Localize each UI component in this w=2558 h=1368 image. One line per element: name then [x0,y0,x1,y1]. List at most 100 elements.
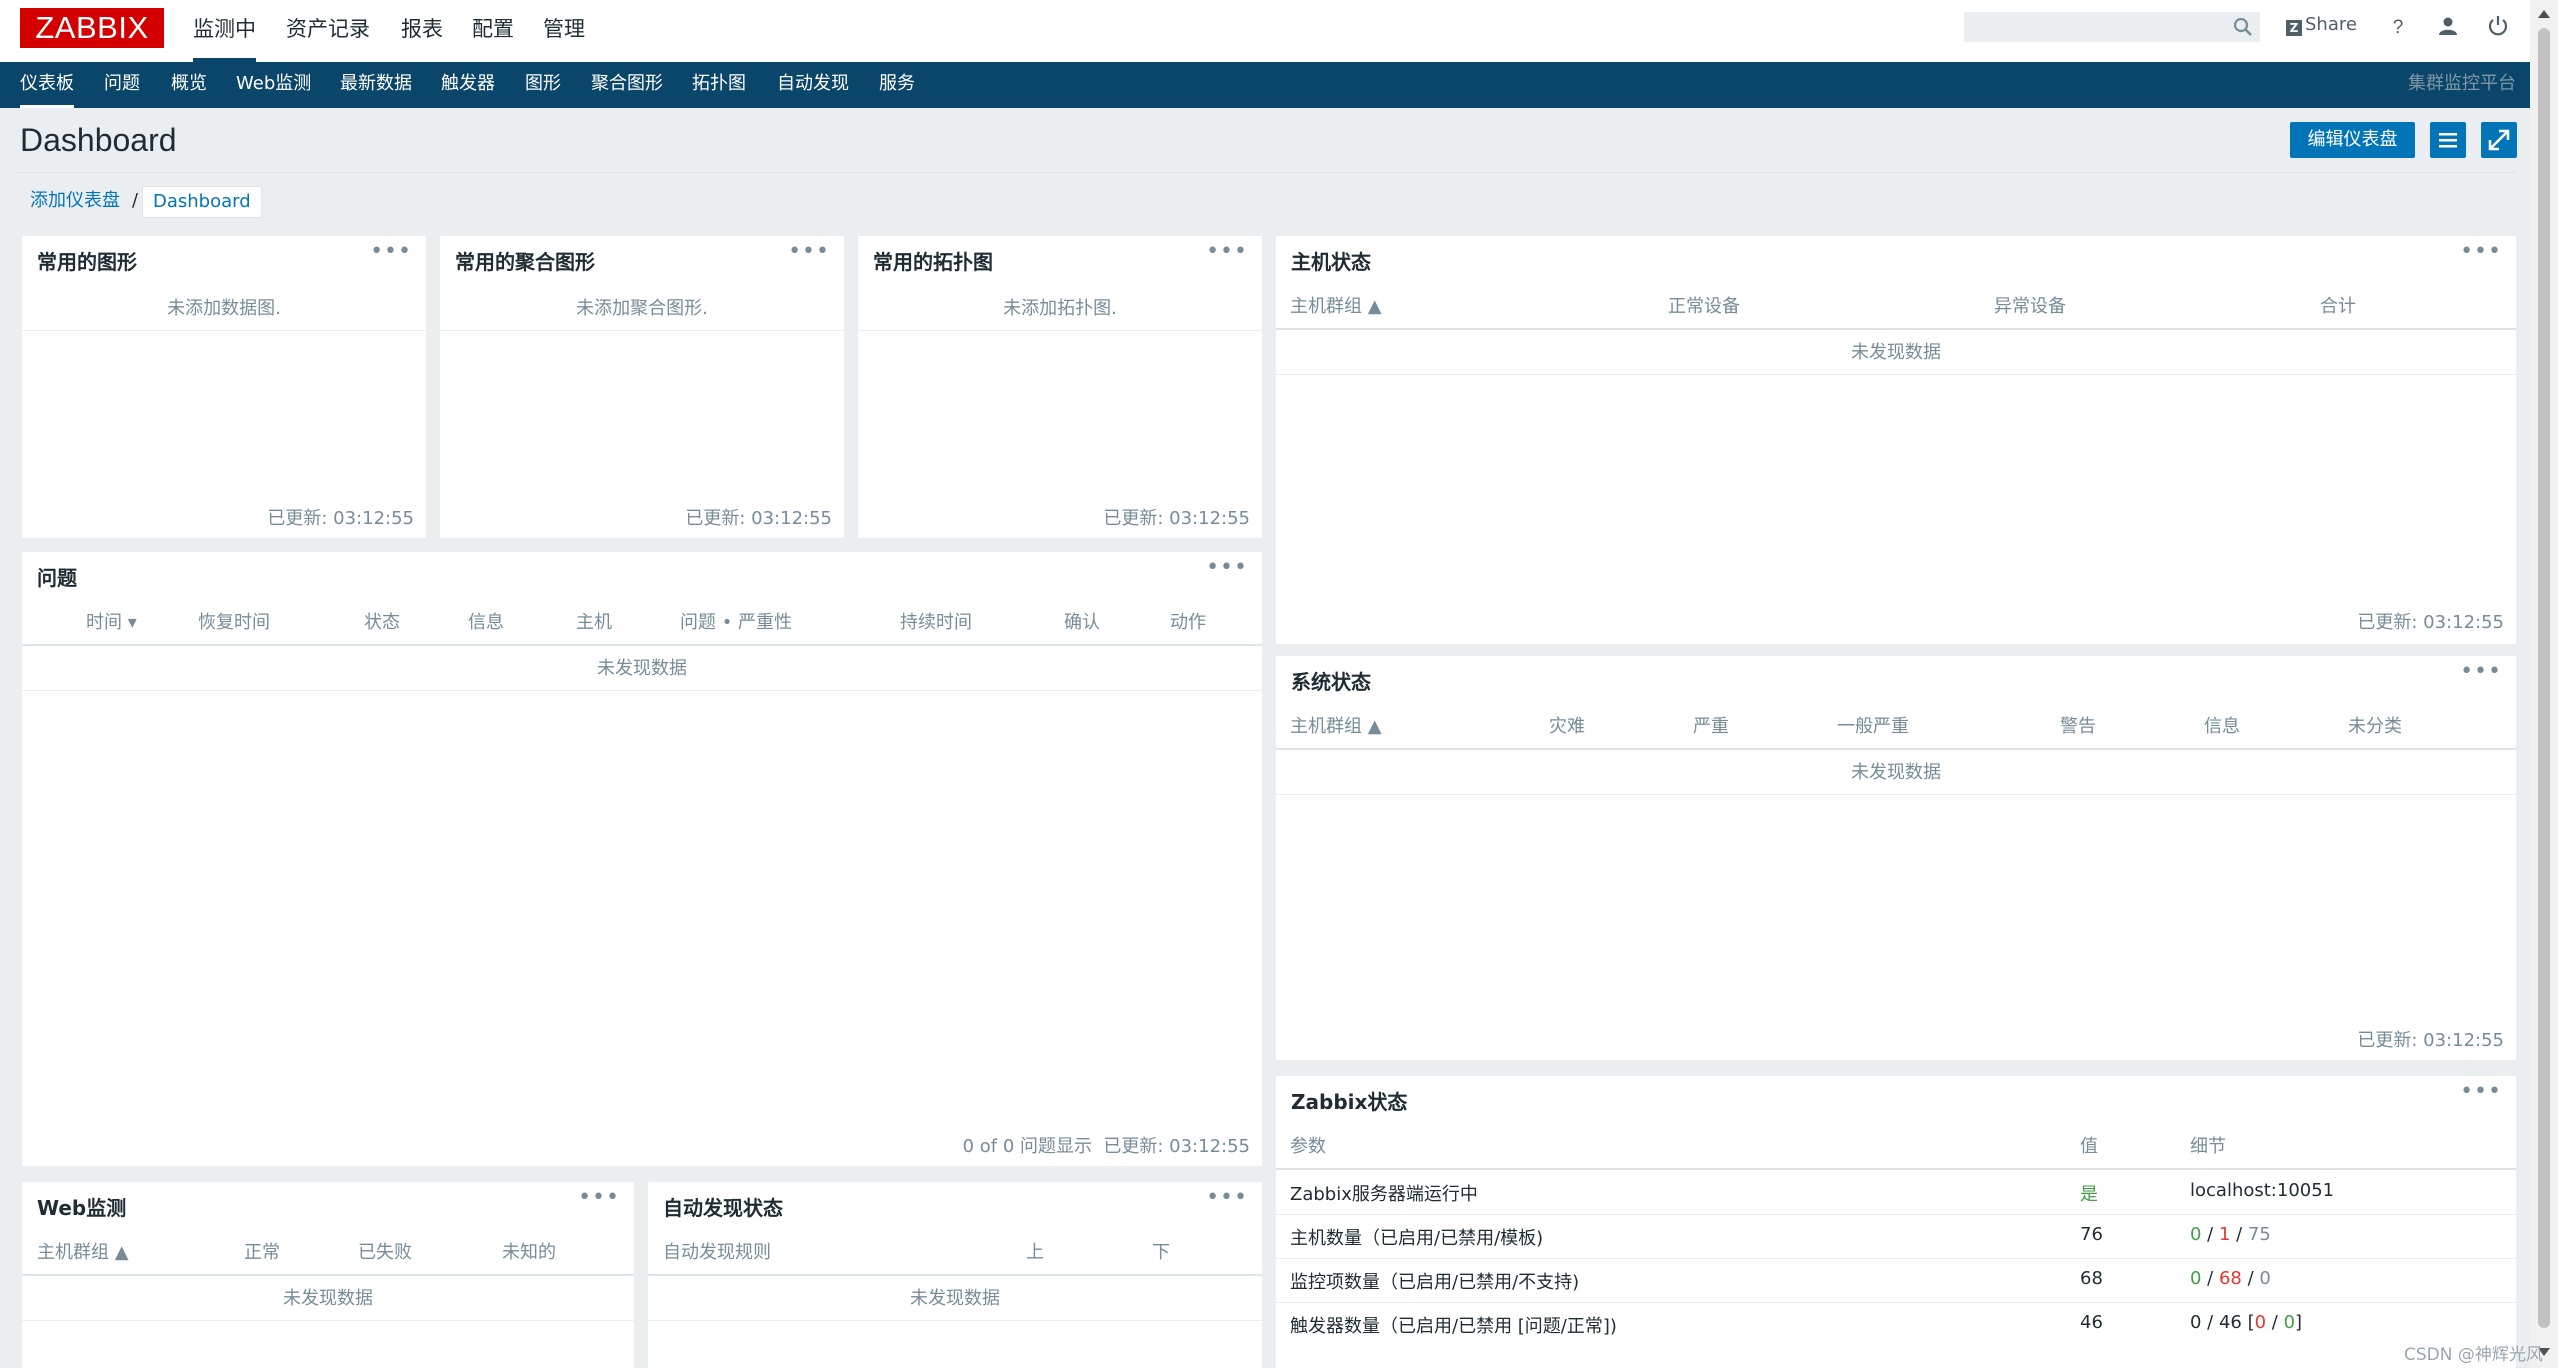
fullscreen-button[interactable] [2481,122,2517,158]
column-status: 状态 [364,612,400,633]
updated-time: 已更新: 03:12:55 [1103,508,1250,529]
widget-host-status: 主机状态 ••• 主机群组 ▲ 正常设备 异常设备 合计 未发现数据 已更新: … [1276,236,2516,644]
header-divider [22,1274,634,1276]
widget-options-icon[interactable]: ••• [2460,241,2502,263]
top-menu-reports[interactable]: 报表 [401,0,443,62]
header-divider [22,644,1262,646]
status-row-detail: 0 / 68 / 0 [2190,1268,2271,1289]
column-discovery-rule: 自动发现规则 [663,1242,771,1263]
column-warning: 警告 [2060,716,2096,737]
dashboard-menu-button[interactable] [2430,122,2466,158]
detail-part: 0 [2259,1268,2271,1289]
detail-part: / [2241,1268,2260,1289]
updated-time: 已更新: 03:12:55 [1103,1136,1250,1157]
widget-system-status: 系统状态 ••• 主机群组 ▲ 灾难 严重 一般严重 警告 信息 未分类 未发现… [1276,656,2516,1060]
empty-message: 未发现数据 [1851,762,1941,783]
widget-options-icon[interactable]: ••• [370,241,412,263]
column-host: 主机 [576,612,612,633]
divider [1276,1214,2516,1215]
scroll-up-arrow-icon[interactable] [2538,10,2550,18]
breadcrumb-current[interactable]: Dashboard [142,186,262,218]
widget-options-icon[interactable]: ••• [1206,241,1248,263]
search-icon[interactable] [2232,16,2254,38]
empty-message: 未添加聚合图形. [576,298,708,319]
share-button[interactable]: Z Share [2286,14,2357,36]
widget-favorite-screens: 常用的聚合图形 ••• 未添加聚合图形. 已更新: 03:12:55 [440,236,844,538]
nav-triggers[interactable]: 触发器 [441,62,495,108]
nav-maps[interactable]: 拓扑图 [692,62,746,108]
sub-navigation: 仪表板 问题 概览 Web监测 最新数据 触发器 图形 聚合图形 拓扑图 自动发… [0,62,2530,108]
nav-latest-data[interactable]: 最新数据 [340,62,412,108]
user-profile-icon[interactable] [2436,14,2460,38]
status-row-param: Zabbix服务器端运行中 [1290,1184,1478,1205]
widget-discovery-status: 自动发现状态 ••• 自动发现规则 上 下 未发现数据 [648,1182,1262,1368]
page-scrollbar[interactable] [2530,0,2558,1368]
status-row-param: 监控项数量（已启用/已禁用/不支持) [1290,1272,1580,1293]
nav-services[interactable]: 服务 [879,62,915,108]
widget-title: 主机状态 [1291,250,1371,274]
widget-options-icon[interactable]: ••• [2460,1081,2502,1103]
column-recovery-time: 恢复时间 [198,612,270,633]
widget-options-icon[interactable]: ••• [1206,557,1248,579]
help-icon[interactable]: ? [2386,14,2410,38]
detail-part: localhost:10051 [2190,1180,2335,1201]
column-info: 信息 [468,612,504,633]
column-down: 下 [1152,1242,1170,1263]
svg-text:?: ? [2393,17,2404,38]
status-row-value: 46 [2080,1312,2103,1333]
empty-message: 未发现数据 [1851,342,1941,363]
column-total: 合计 [2320,296,2356,317]
widget-title: 问题 [37,566,77,590]
detail-part: 0 [2190,1268,2202,1289]
status-row-detail: localhost:10051 [2190,1180,2334,1201]
widget-options-icon[interactable]: ••• [1206,1187,1248,1209]
detail-part: ] [2295,1312,2303,1333]
nav-discovery[interactable]: 自动发现 [777,62,849,108]
nav-dashboard[interactable]: 仪表板 [20,62,74,108]
share-label: Share [2305,14,2357,35]
breadcrumb-add-dashboard[interactable]: 添加仪表盘 [30,186,120,216]
scrollbar-thumb[interactable] [2538,28,2550,1328]
updated-time: 已更新: 03:12:55 [685,508,832,529]
top-bar: ZABBIX 监测中 资产记录 报表 配置 管理 Z Share ? [0,0,2530,62]
column-ok: 正常 [244,1242,280,1263]
nav-problems[interactable]: 问题 [104,62,140,108]
column-high: 严重 [1693,716,1729,737]
column-failed: 已失败 [358,1242,412,1263]
nav-graphs[interactable]: 图形 [525,62,561,108]
header-divider [1276,748,2516,750]
column-time[interactable]: 时间 ▾ [86,608,137,634]
widget-options-icon[interactable]: ••• [788,241,830,263]
power-icon[interactable] [2486,14,2510,38]
breadcrumb-separator: / [132,190,139,211]
column-host-group[interactable]: 主机群组 ▲ [1290,292,1382,318]
top-menu-configuration[interactable]: 配置 [472,0,514,62]
column-ok: 正常设备 [1668,296,1740,317]
column-duration: 持续时间 [900,612,972,633]
nav-web-monitoring[interactable]: Web监测 [236,62,311,108]
widget-options-icon[interactable]: ••• [578,1187,620,1209]
divider [22,1320,634,1321]
nav-overview[interactable]: 概览 [171,62,207,108]
top-menu-inventory[interactable]: 资产记录 [286,0,370,62]
widget-options-icon[interactable]: ••• [2460,661,2502,683]
zabbix-logo[interactable]: ZABBIX [20,8,164,48]
divider [1276,1302,2516,1303]
edit-dashboard-button[interactable]: 编辑仪表盘 [2290,122,2415,158]
widget-title: Zabbix状态 [1291,1090,1408,1114]
column-host-group[interactable]: 主机群组 ▲ [37,1238,129,1264]
top-menu-administration[interactable]: 管理 [543,0,585,62]
column-host-group[interactable]: 主机群组 ▲ [1290,712,1382,738]
widget-favorite-graphs: 常用的图形 ••• 未添加数据图. 已更新: 03:12:55 [22,236,426,538]
divider [648,1320,1262,1321]
search-input[interactable] [1964,12,2260,42]
divider [22,690,1262,691]
nav-screens[interactable]: 聚合图形 [591,62,663,108]
detail-part: / [2266,1312,2284,1333]
widget-problems: 问题 ••• 时间 ▾ 恢复时间 状态 信息 主机 问题 • 严重性 持续时间 … [22,552,1262,1166]
column-up: 上 [1026,1242,1044,1263]
column-problem: 异常设备 [1994,296,2066,317]
widget-favorite-maps: 常用的拓扑图 ••• 未添加拓扑图. 已更新: 03:12:55 [858,236,1262,538]
top-menu-monitoring[interactable]: 监测中 [193,0,256,62]
widget-zabbix-status: Zabbix状态 ••• 参数 值 细节 Zabbix服务器端运行中 是 loc… [1276,1076,2516,1368]
